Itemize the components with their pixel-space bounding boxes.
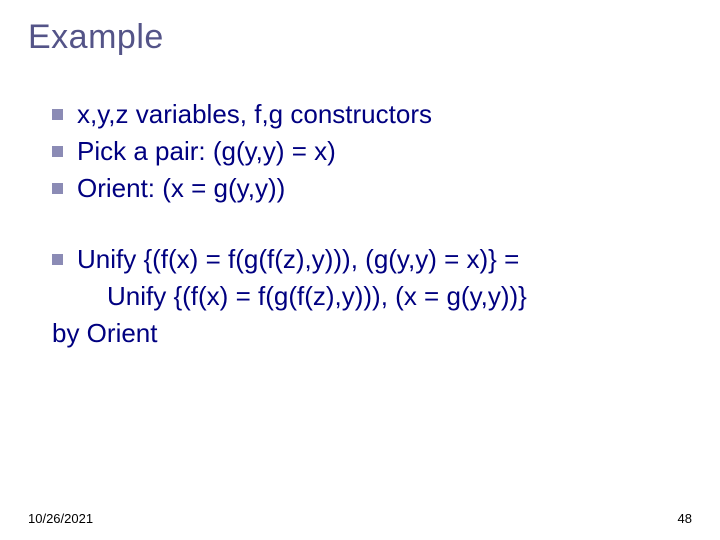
bullet-group-1: x,y,z variables, f,g constructors Pick a…: [52, 97, 692, 206]
bullet-text: x,y,z variables, f,g constructors: [77, 97, 432, 132]
list-item: Orient: (x = g(y,y)): [52, 171, 692, 206]
spacer: [28, 208, 692, 242]
bullet-text: Pick a pair: (g(y,y) = x): [77, 134, 336, 169]
square-bullet-icon: [52, 254, 63, 265]
bullet-text: Orient: (x = g(y,y)): [77, 171, 285, 206]
square-bullet-icon: [52, 183, 63, 194]
square-bullet-icon: [52, 146, 63, 157]
bullet-group-2: Unify {(f(x) = f(g(f(z),y))), (g(y,y) = …: [52, 242, 692, 314]
bullet-text: Unify {(f(x) = f(g(f(z),y))), (g(y,y) = …: [77, 242, 519, 277]
slide-title: Example: [28, 18, 692, 57]
continuation-line: Unify {(f(x) = f(g(f(z),y))), (x = g(y,y…: [107, 279, 692, 314]
square-bullet-icon: [52, 109, 63, 120]
footer-date: 10/26/2021: [28, 511, 93, 526]
footer-page-number: 48: [678, 511, 692, 526]
footer: 10/26/2021 48: [28, 511, 692, 526]
slide: Example x,y,z variables, f,g constructor…: [0, 0, 720, 540]
by-line: by Orient: [52, 316, 692, 351]
list-item: x,y,z variables, f,g constructors: [52, 97, 692, 132]
list-item: Pick a pair: (g(y,y) = x): [52, 134, 692, 169]
list-item: Unify {(f(x) = f(g(f(z),y))), (g(y,y) = …: [52, 242, 692, 277]
